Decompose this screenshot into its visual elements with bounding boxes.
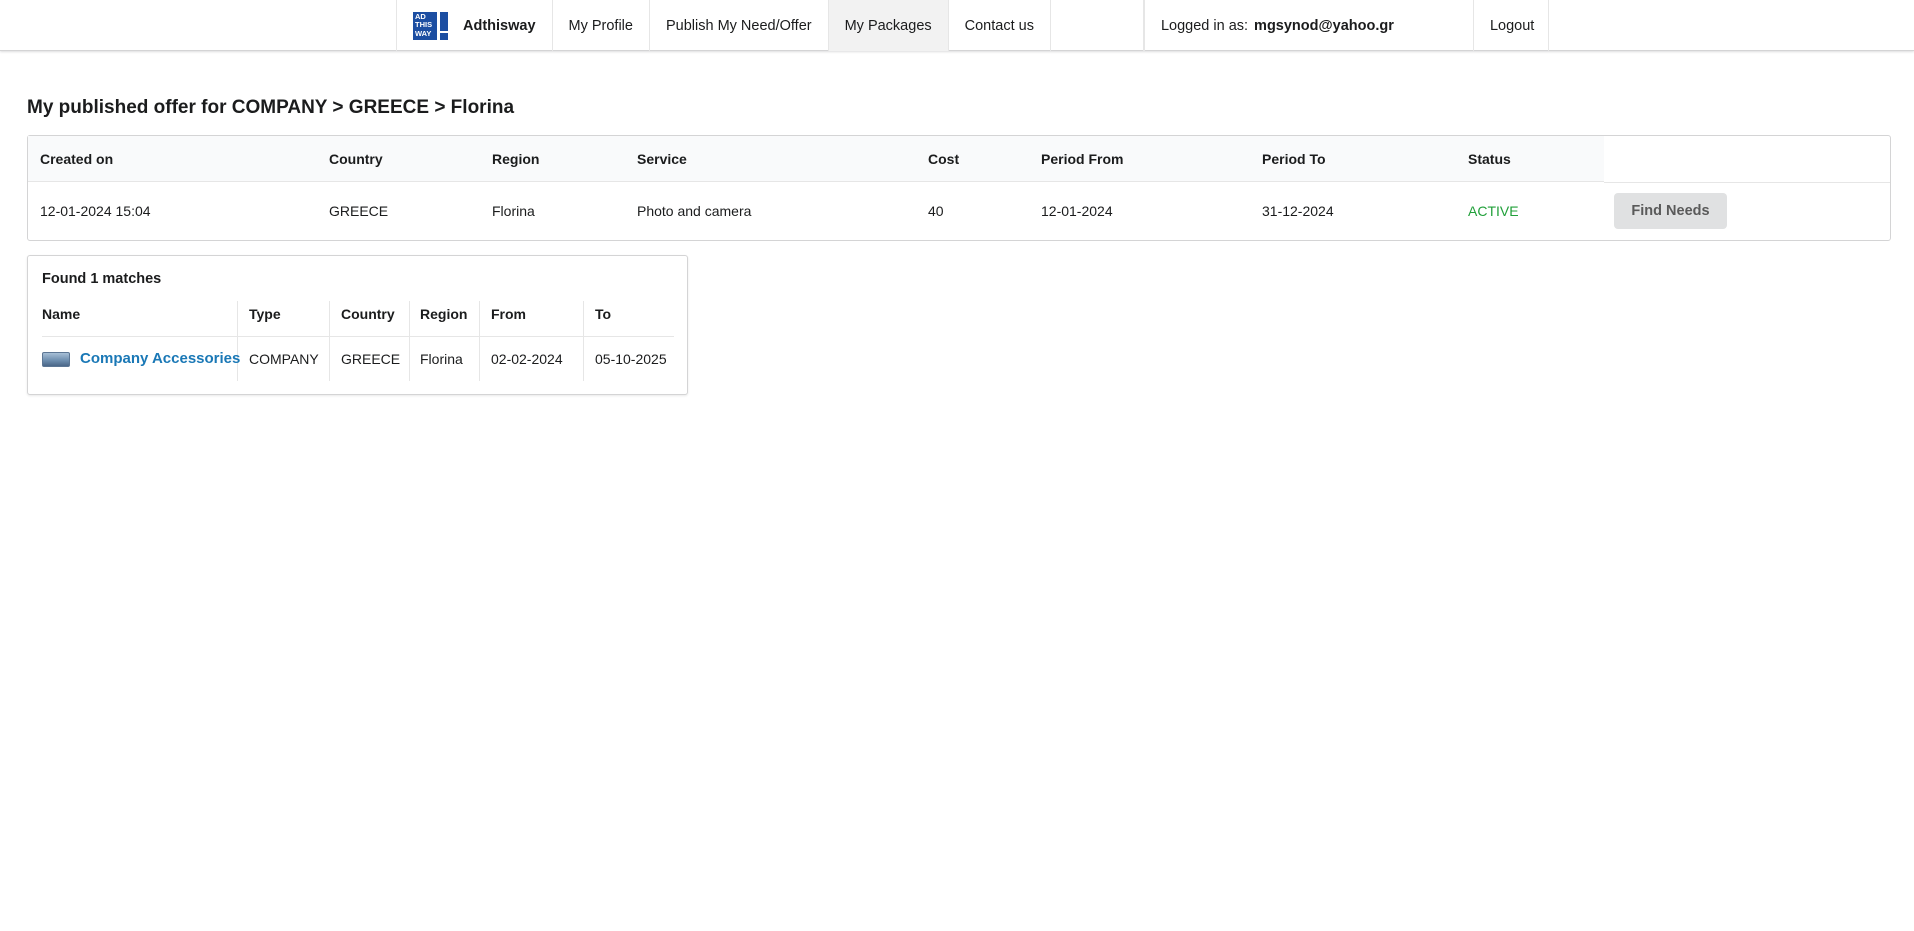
offer-created-on: 12-01-2024 15:04: [40, 203, 151, 219]
user-email: mgsynod@yahoo.gr: [1254, 17, 1394, 34]
brand-name: Adthisway: [463, 17, 536, 34]
match-header-name: Name: [42, 306, 81, 322]
offer-period-to: 31-12-2024: [1262, 203, 1334, 219]
logged-in-label: Logged in as:: [1160, 17, 1249, 34]
match-from: 02-02-2024: [491, 351, 563, 367]
logged-in-info: Logged in as: mgsynod@yahoo.gr: [1143, 0, 1474, 51]
nav-publish-need-offer[interactable]: Publish My Need/Offer: [650, 0, 829, 51]
logo-box: AD THIS WAY: [413, 11, 437, 40]
adthisway-logo: AD THIS WAY: [413, 11, 449, 40]
match-to: 05-10-2025: [595, 351, 667, 367]
matches-card: Found 1 matches Name Type Country Region…: [27, 255, 688, 395]
offer-region: Florina: [492, 203, 535, 219]
header-period-to: Period To: [1262, 151, 1326, 167]
offer-cost: 40: [928, 203, 944, 219]
header-service: Service: [637, 151, 687, 167]
header-country: Country: [329, 151, 383, 167]
header-created-on: Created on: [40, 151, 114, 167]
nav-my-profile[interactable]: My Profile: [553, 0, 650, 51]
offer-service: Photo and camera: [637, 203, 752, 219]
match-type: COMPANY: [249, 351, 319, 367]
offer-country: GREECE: [329, 203, 389, 219]
brand-home-link[interactable]: AD THIS WAY Adthisway: [396, 0, 553, 51]
logout-link[interactable]: Logout: [1474, 0, 1549, 51]
match-region: Florina: [420, 351, 463, 367]
offer-table-header: [28, 136, 1604, 182]
header-period-from: Period From: [1041, 151, 1124, 167]
company-thumbnail: [42, 352, 70, 367]
main-menu: AD THIS WAY Adthisway My Profile Publish M…: [396, 0, 1549, 51]
page-title: My published offer for COMPANY > GREECE …: [27, 97, 515, 118]
header-region: Region: [492, 151, 540, 167]
nav-contact-us[interactable]: Contact us: [949, 0, 1051, 51]
match-name-link[interactable]: Company Accessories: [80, 350, 240, 367]
match-country: GREECE: [341, 351, 401, 367]
match-header-country: Country: [341, 306, 395, 322]
status-badge: ACTIVE: [1468, 203, 1519, 219]
matches-count-title: Found 1 matches: [42, 271, 162, 287]
match-header-region: Region: [420, 306, 468, 322]
top-navbar: AD THIS WAY Adthisway My Profile Publish M…: [0, 0, 1914, 51]
nav-my-packages[interactable]: My Packages: [828, 0, 949, 51]
nav-spacer: [1051, 0, 1144, 51]
find-needs-button[interactable]: Find Needs: [1614, 193, 1727, 229]
match-header-from: From: [491, 306, 526, 322]
offer-period-from: 12-01-2024: [1041, 203, 1113, 219]
match-header-to: To: [595, 306, 612, 322]
header-cost: Cost: [928, 151, 960, 167]
match-header-type: Type: [249, 306, 281, 322]
header-status: Status: [1468, 151, 1511, 167]
offer-table: Created on Country Region Service Cost P…: [27, 135, 1891, 241]
